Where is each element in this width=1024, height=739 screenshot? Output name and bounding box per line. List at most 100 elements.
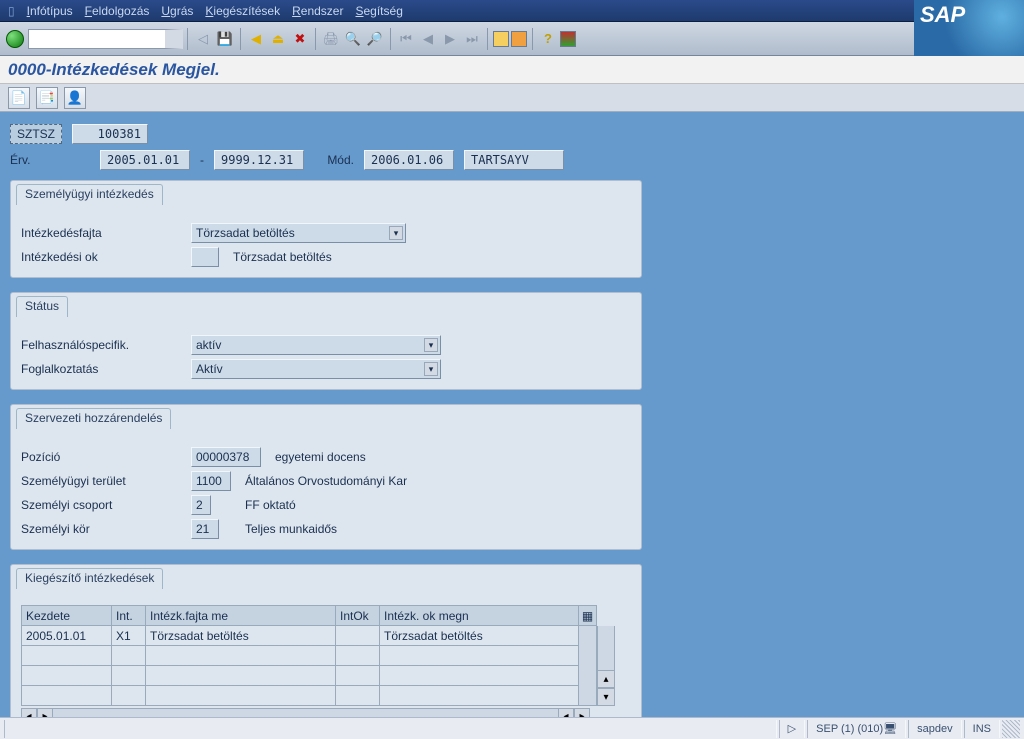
group-additional-title: Kiegészítő intézkedések: [16, 568, 163, 589]
back-icon[interactable]: ◁: [193, 29, 213, 49]
position-code[interactable]: 00000378: [191, 447, 261, 467]
dropdown-icon[interactable]: ▾: [424, 362, 438, 376]
area-label: Személyügyi terület: [21, 474, 191, 488]
scroll-down-icon[interactable]: ▾: [597, 688, 615, 706]
area-code[interactable]: 1100: [191, 471, 231, 491]
scroll-right-icon[interactable]: ◂: [558, 708, 574, 717]
nav-back-icon[interactable]: ◀: [246, 29, 266, 49]
scroll-left-icon[interactable]: ▸: [37, 708, 53, 717]
menu-feldolgozas[interactable]: Feldolgozás: [85, 4, 150, 18]
col-okmegn[interactable]: Intézk. ok megn: [380, 606, 579, 626]
table-row[interactable]: [22, 686, 597, 706]
status-server: sapdev: [908, 720, 961, 738]
userspec-label: Felhasználóspecifik.: [21, 338, 191, 352]
action-reason-text: Törzsadat betöltés: [233, 250, 332, 264]
scroll-begin-icon[interactable]: ◂: [21, 708, 37, 717]
subgroup-code[interactable]: 21: [191, 519, 219, 539]
group-text: FF oktató: [245, 498, 296, 512]
employment-value[interactable]: Aktív ▾: [191, 359, 441, 379]
standard-toolbar: ◁ 💾 ◀ ⏏ ✖ 🖨 🔍 🔎 ⏮ ◀ ▶ ⏭ ? SAP: [0, 22, 1024, 56]
table-row[interactable]: 2005.01.01 X1 Törzsadat betöltés Törzsad…: [22, 626, 597, 646]
action-reason-label: Intézkedési ok: [21, 250, 191, 264]
group-code[interactable]: 2: [191, 495, 211, 515]
group-status-title: Státus: [16, 296, 68, 317]
menu-kiegeszitesek[interactable]: Kiegészítések: [205, 4, 280, 18]
status-mode: INS: [964, 720, 1000, 738]
server-icon: 🖥: [883, 722, 897, 735]
additional-table[interactable]: Kezdete Int. Intézk.fajta me IntOk Intéz…: [21, 605, 597, 706]
menu-ugras[interactable]: Ugrás: [161, 4, 193, 18]
nav-cancel-icon[interactable]: ✖: [290, 29, 310, 49]
page-title-bar: 0000-Intézkedések Megjel.: [0, 56, 1024, 84]
subgroup-text: Teljes munkaidős: [245, 522, 337, 536]
new-session-icon[interactable]: [493, 31, 509, 47]
mod-date: 2006.01.06: [364, 150, 454, 170]
layout-menu-icon[interactable]: [560, 31, 576, 47]
group-status: Státus Felhasználóspecifik. aktív ▾ Fogl…: [10, 292, 642, 390]
subgroup-label: Személyi kör: [21, 522, 191, 536]
employment-label: Foglalkoztatás: [21, 362, 191, 376]
userspec-value[interactable]: aktív ▾: [191, 335, 441, 355]
sap-logo: SAP: [914, 0, 1024, 56]
sztsz-value: 100381: [72, 124, 148, 144]
print-icon[interactable]: 🖨: [321, 29, 341, 49]
mod-label: Mód.: [314, 153, 354, 167]
group-label: Személyi csoport: [21, 498, 191, 512]
status-expand-icon[interactable]: ▷: [779, 720, 805, 738]
erv-to: 9999.12.31: [214, 150, 304, 170]
next-page-icon[interactable]: ▶: [440, 29, 460, 49]
resize-grip-icon[interactable]: [1002, 720, 1020, 738]
command-field[interactable]: [28, 29, 183, 49]
col-kezdete[interactable]: Kezdete: [22, 606, 112, 626]
nav-exit-icon[interactable]: ⏏: [268, 29, 288, 49]
shortcut-icon[interactable]: [511, 31, 527, 47]
scroll-up-icon[interactable]: ▴: [597, 670, 615, 688]
content-area: SZTSZ 100381 Érv. 2005.01.01 - 9999.12.3…: [0, 112, 1024, 717]
group-additional: Kiegészítő intézkedések Kezdete Int. Int…: [10, 564, 642, 717]
position-label: Pozíció: [21, 450, 191, 464]
session-indicator-icon: ▯: [8, 4, 15, 18]
menu-infotipus[interactable]: IInfótípusnfótípus: [27, 4, 73, 18]
action-type-label: Intézkedésfajta: [21, 226, 191, 240]
col-int[interactable]: Int.: [112, 606, 146, 626]
find-next-icon[interactable]: 🔎: [365, 29, 385, 49]
action-reason-code[interactable]: [191, 247, 219, 267]
menu-bar: ▯ IInfótípusnfótípus Feldolgozás Ugrás K…: [0, 0, 1024, 22]
erv-sep: -: [200, 153, 204, 167]
table-hscroll[interactable]: ◂ ▸ ◂ ▸: [21, 708, 631, 717]
dropdown-icon[interactable]: ▾: [389, 226, 403, 240]
action-type-value[interactable]: Törzsadat betöltés ▾: [191, 223, 406, 243]
mod-user: TARTSAYV: [464, 150, 564, 170]
area-text: Általános Orvostudományi Kar: [245, 474, 407, 488]
help-icon[interactable]: ?: [538, 29, 558, 49]
group-action: Személyügyi intézkedés Intézkedésfajta T…: [10, 180, 642, 278]
table-vscroll[interactable]: ▴ ▾: [597, 605, 615, 706]
status-bar: ▷ SEP (1) (010) 🖥 sapdev INS: [0, 717, 1024, 739]
erv-label: Érv.: [10, 153, 90, 167]
person-icon[interactable]: 👤: [64, 87, 86, 109]
enter-button[interactable]: [6, 30, 24, 48]
overview-right-icon[interactable]: 📑: [36, 87, 58, 109]
table-row[interactable]: [22, 646, 597, 666]
menu-rendszer[interactable]: Rendszer: [292, 4, 343, 18]
overview-left-icon[interactable]: 📄: [8, 87, 30, 109]
first-page-icon[interactable]: ⏮: [396, 29, 416, 49]
sztsz-label: SZTSZ: [10, 124, 62, 144]
position-text: egyetemi docens: [275, 450, 366, 464]
table-row[interactable]: [22, 666, 597, 686]
table-config-icon[interactable]: ▦: [579, 606, 597, 626]
prev-page-icon[interactable]: ◀: [418, 29, 438, 49]
menu-segitseg[interactable]: Segítség: [355, 4, 402, 18]
dropdown-icon[interactable]: ▾: [424, 338, 438, 352]
application-toolbar: 📄 📑 👤: [0, 84, 1024, 112]
save-icon[interactable]: 💾: [215, 29, 235, 49]
col-fajta[interactable]: Intézk.fajta me: [146, 606, 336, 626]
group-org: Szervezeti hozzárendelés Pozíció 0000037…: [10, 404, 642, 550]
erv-from: 2005.01.01: [100, 150, 190, 170]
last-page-icon[interactable]: ⏭: [462, 29, 482, 49]
find-icon[interactable]: 🔍: [343, 29, 363, 49]
col-intok[interactable]: IntOk: [336, 606, 380, 626]
group-org-title: Szervezeti hozzárendelés: [16, 408, 171, 429]
group-action-title: Személyügyi intézkedés: [16, 184, 163, 205]
scroll-end-icon[interactable]: ▸: [574, 708, 590, 717]
